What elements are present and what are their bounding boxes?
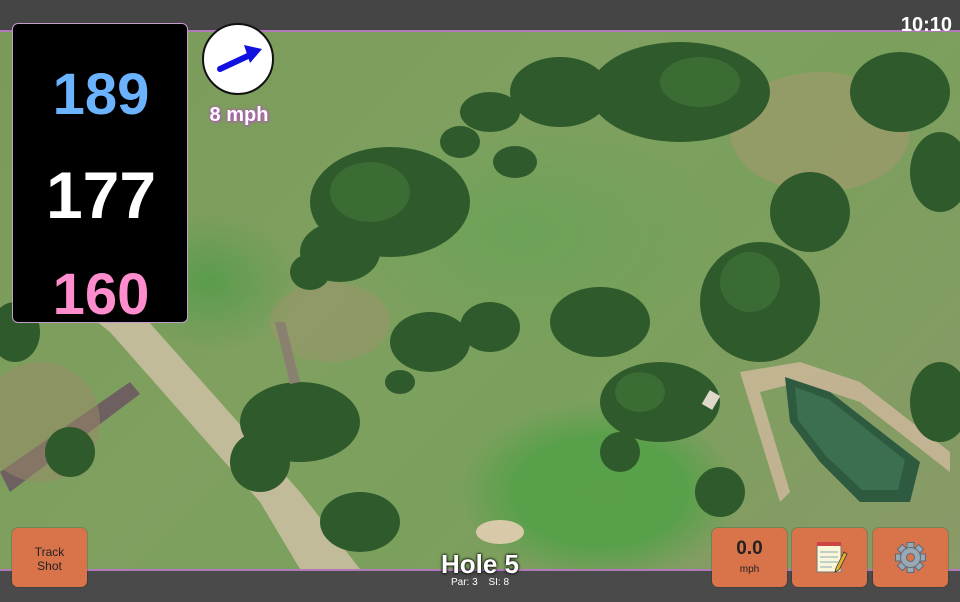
speed-value: 0.0: [736, 538, 763, 559]
hole-info: Par: 3 SI: 8: [400, 577, 560, 588]
speed-button[interactable]: 0.0 mph: [712, 528, 787, 587]
front-distance: 160: [52, 262, 150, 327]
notepad-icon: [816, 542, 848, 573]
notes-button[interactable]: [792, 528, 867, 587]
track-shot-label-line2: Shot: [37, 559, 62, 573]
hole-par: Par: 3: [450, 577, 478, 588]
wind-speed: 8 mph: [209, 104, 269, 126]
wind-indicator: [202, 23, 274, 95]
settings-button[interactable]: [873, 528, 948, 587]
track-shot-label-line1: Track: [34, 545, 65, 559]
wind-direction-arrow-icon: [217, 45, 262, 72]
distance-panel: 189 177 160: [12, 23, 188, 327]
gear-icon: [895, 542, 926, 573]
track-shot-button[interactable]: Track Shot: [12, 528, 87, 587]
hole-title: Hole 5: [440, 549, 520, 579]
middle-distance: 177: [45, 158, 157, 232]
hole-stroke-index: SI: 8: [488, 577, 510, 588]
back-distance: 189: [52, 62, 150, 127]
speed-unit: mph: [739, 564, 760, 575]
